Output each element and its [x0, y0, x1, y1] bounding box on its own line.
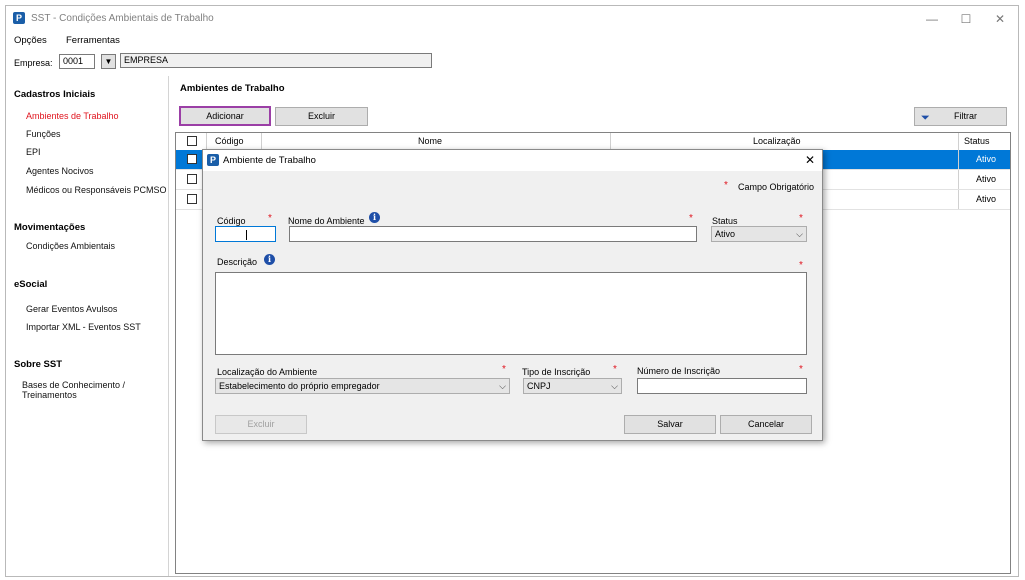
column-separator [206, 133, 207, 150]
nome-info-icon[interactable]: i [369, 212, 380, 223]
column-nome[interactable]: Nome [418, 136, 442, 146]
sidebar-section-movimentacoes: Movimentações [14, 222, 86, 233]
localizacao-select[interactable]: Estabelecimento do próprio empregador ⌵ [215, 378, 510, 394]
app-logo-icon: P [13, 12, 25, 24]
required-marker: * [799, 260, 803, 271]
sidebar-divider [168, 76, 169, 576]
dialog-body: * Campo Obrigatório Código * Nome do Amb… [203, 171, 822, 440]
row-status: Ativo [958, 170, 1013, 189]
ambiente-dialog: P Ambiente de Trabalho ✕ * Campo Obrigat… [202, 149, 823, 441]
sidebar-section-sobre: Sobre SST [14, 359, 63, 370]
descricao-info-icon[interactable]: i [264, 254, 275, 265]
empresa-name-field: EMPRESA [120, 53, 432, 68]
column-separator [610, 133, 611, 150]
row-status: Ativo [958, 190, 1013, 209]
tipo-inscricao-label: Tipo de Inscrição [522, 367, 591, 377]
descricao-label: Descrição [217, 257, 258, 267]
app-window: P SST - Condições Ambientais de Trabalho… [5, 5, 1019, 577]
close-button[interactable]: ✕ [986, 10, 1014, 28]
select-all-checkbox[interactable] [187, 136, 197, 146]
sidebar-section-cadastros: Cadastros Iniciais [14, 89, 96, 100]
dialog-title-bar: P Ambiente de Trabalho ✕ [203, 150, 822, 171]
tipo-inscricao-select-value: CNPJ [527, 381, 551, 391]
sidebar: Cadastros Iniciais Ambientes de Trabalho… [6, 74, 168, 574]
required-marker: * [799, 213, 803, 224]
column-codigo[interactable]: Código [215, 136, 244, 146]
add-button[interactable]: Adicionar [179, 106, 271, 126]
localizacao-label: Localização do Ambiente [217, 367, 318, 377]
sidebar-item-epi[interactable]: EPI [26, 147, 41, 157]
sidebar-item-bases-line1[interactable]: Bases de Conhecimento / [22, 380, 125, 390]
row-checkbox[interactable] [187, 174, 197, 184]
empresa-label: Empresa: [14, 58, 53, 68]
codigo-label: Código [217, 216, 246, 226]
chevron-down-icon: ⌵ [499, 381, 506, 391]
title-bar: P SST - Condições Ambientais de Trabalho… [6, 6, 1018, 31]
codigo-input[interactable] [215, 226, 276, 242]
menu-ferramentas[interactable]: Ferramentas [66, 35, 120, 46]
delete-button[interactable]: Excluir [275, 107, 368, 126]
menu-opcoes[interactable]: Opções [14, 35, 47, 46]
sidebar-item-medicos[interactable]: Médicos ou Responsáveis PCMSO [26, 185, 167, 195]
dialog-close-button[interactable]: ✕ [805, 153, 815, 167]
salvar-button[interactable]: Salvar [624, 415, 716, 434]
status-select-value: Ativo [715, 229, 736, 239]
text-caret [246, 230, 247, 240]
window-title: SST - Condições Ambientais de Trabalho [31, 13, 214, 24]
dialog-excluir-button[interactable]: Excluir [215, 415, 307, 434]
column-separator [261, 133, 262, 150]
menu-bar: Opções Ferramentas [6, 33, 1018, 49]
descricao-textarea[interactable] [215, 272, 807, 355]
column-localizacao[interactable]: Localização [753, 136, 801, 146]
required-marker: * [502, 364, 506, 375]
column-separator [958, 133, 959, 150]
numero-inscricao-input[interactable] [637, 378, 807, 394]
filter-icon: ⏷ [921, 112, 930, 124]
sidebar-section-esocial: eSocial [14, 279, 48, 290]
dialog-app-icon: P [207, 154, 219, 166]
tipo-inscricao-select[interactable]: CNPJ ⌵ [523, 378, 622, 394]
empresa-dropdown-button[interactable]: ▼ [101, 54, 116, 69]
status-select[interactable]: Ativo ⌵ [711, 226, 807, 242]
required-marker: * [613, 364, 617, 375]
row-status: Ativo [958, 150, 1013, 169]
column-status[interactable]: Status [964, 136, 990, 146]
required-marker: * [724, 180, 728, 191]
minimize-button[interactable]: — [918, 10, 946, 28]
row-checkbox[interactable] [187, 194, 197, 204]
chevron-down-icon: ⌵ [796, 229, 803, 239]
dialog-title: Ambiente de Trabalho [223, 155, 316, 166]
nome-input[interactable] [289, 226, 697, 242]
sidebar-item-importar-xml[interactable]: Importar XML - Eventos SST [26, 322, 141, 332]
required-marker: * [799, 364, 803, 375]
sidebar-item-gerar-eventos[interactable]: Gerar Eventos Avulsos [26, 304, 117, 314]
maximize-button[interactable]: ☐ [952, 10, 980, 28]
required-note: Campo Obrigatório [738, 182, 815, 192]
row-checkbox[interactable] [187, 154, 197, 164]
sidebar-item-funcoes[interactable]: Funções [26, 129, 61, 139]
empresa-code-field[interactable]: 0001 [59, 54, 95, 69]
filter-button-label: Filtrar [954, 111, 977, 121]
page-title: Ambientes de Trabalho [180, 83, 285, 94]
filter-button[interactable]: ⏷ Filtrar [914, 107, 1007, 126]
sidebar-item-condicoes[interactable]: Condições Ambientais [26, 241, 115, 251]
localizacao-select-value: Estabelecimento do próprio empregador [219, 381, 380, 391]
status-label: Status [712, 216, 738, 226]
chevron-down-icon: ⌵ [611, 381, 618, 391]
empresa-row: Empresa: 0001 ▼ EMPRESA [6, 51, 1018, 73]
required-marker: * [689, 213, 693, 224]
cancelar-button[interactable]: Cancelar [720, 415, 812, 434]
nome-label: Nome do Ambiente [288, 216, 365, 226]
sidebar-item-bases-line2[interactable]: Treinamentos [22, 390, 77, 400]
numero-inscricao-label: Número de Inscrição [637, 366, 721, 376]
sidebar-item-ambientes[interactable]: Ambientes de Trabalho [26, 111, 119, 121]
sidebar-item-agentes[interactable]: Agentes Nocivos [26, 166, 94, 176]
required-marker: * [268, 213, 272, 224]
